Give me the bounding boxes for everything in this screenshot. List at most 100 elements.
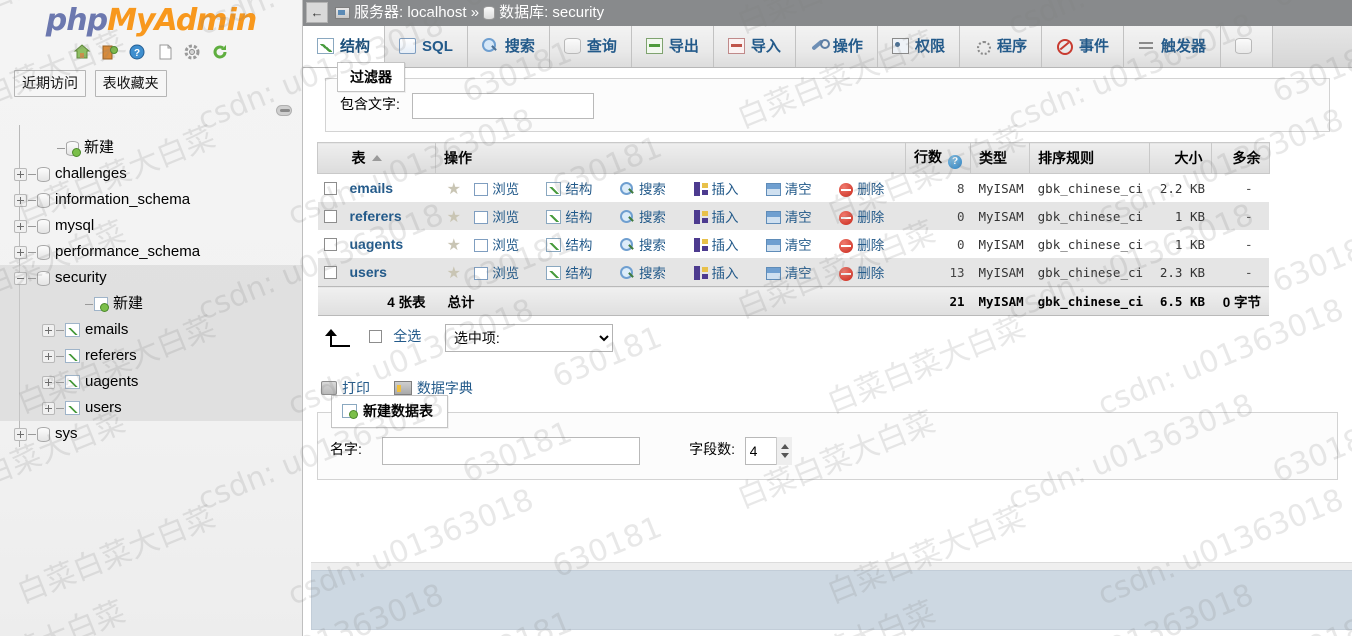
action-删除-link[interactable]: 删除	[857, 210, 884, 225]
expand-icon[interactable]	[42, 323, 55, 337]
tree-node-users-10[interactable]: users	[0, 395, 302, 421]
header-size[interactable]: 大小	[1148, 142, 1212, 174]
expand-icon[interactable]	[14, 167, 27, 181]
select-all-label[interactable]: 全选	[393, 328, 421, 344]
tree-connector	[28, 225, 36, 227]
tab-查询[interactable]: 查询	[549, 26, 632, 67]
tab-导入[interactable]: 导入	[713, 26, 796, 67]
docs-icon[interactable]: ?	[127, 42, 147, 62]
reload-icon[interactable]	[210, 42, 230, 62]
action-插入-link[interactable]: 插入	[712, 210, 739, 225]
tree-node-information_schema-2[interactable]: information_schema	[14, 187, 302, 213]
expand-icon[interactable]	[14, 193, 27, 207]
header-rows[interactable]: 行数?	[905, 142, 971, 174]
action-清空-link[interactable]: 清空	[785, 238, 812, 253]
logout-icon[interactable]	[100, 42, 120, 62]
action-浏览-link[interactable]: 浏览	[492, 238, 519, 253]
table-name-link[interactable]: uagents	[350, 236, 404, 252]
phpmyadmin-logo[interactable]: phpMyAdmin	[0, 0, 302, 40]
home-icon[interactable]	[72, 42, 92, 62]
pin-toggle-icon[interactable]	[276, 105, 292, 116]
tab-权限[interactable]: 权限	[877, 26, 960, 67]
action-搜索-link[interactable]: 搜索	[639, 266, 666, 281]
row-checkbox[interactable]	[324, 209, 337, 223]
action-插入-link[interactable]: 插入	[712, 238, 739, 253]
tab-导出[interactable]: 导出	[631, 26, 714, 67]
action-结构-link[interactable]: 结构	[565, 266, 592, 281]
action-清空-link[interactable]: 清空	[785, 182, 812, 197]
select-all-checkbox[interactable]	[368, 330, 382, 344]
row-checkbox[interactable]	[324, 181, 337, 195]
action-浏览-link[interactable]: 浏览	[492, 210, 519, 225]
favorite-star-icon[interactable]: ★	[446, 209, 462, 226]
expand-icon[interactable]	[14, 427, 27, 441]
tab-事件[interactable]: 事件	[1041, 26, 1124, 67]
settings-icon[interactable]	[182, 42, 202, 62]
header-overhead[interactable]: 多余	[1210, 142, 1270, 174]
collapse-sidebar-button[interactable]: ←	[306, 2, 328, 23]
columns-spinner-icon[interactable]	[776, 437, 793, 465]
wiki-icon[interactable]	[155, 42, 175, 62]
expand-icon[interactable]	[42, 375, 55, 389]
print-link[interactable]: 打印	[342, 380, 370, 396]
data-dictionary-link[interactable]: 数据字典	[417, 380, 473, 396]
action-搜索-link[interactable]: 搜索	[639, 238, 666, 253]
tree-node-emails-7[interactable]: emails	[0, 317, 302, 343]
tree-node-performance_schema-4[interactable]: performance_schema	[14, 239, 302, 265]
tree-node-新建-6[interactable]: 新建	[0, 291, 302, 317]
create-table-name-input[interactable]	[381, 437, 640, 465]
action-搜索-link[interactable]: 搜索	[639, 182, 666, 197]
action-删除-link[interactable]: 删除	[857, 182, 884, 197]
action-删除-link[interactable]: 删除	[857, 238, 884, 253]
tab-favorites[interactable]: 表收藏夹	[94, 70, 167, 97]
database-icon	[37, 166, 50, 182]
breadcrumb-db-value[interactable]: security	[552, 4, 604, 21]
header-type[interactable]: 类型	[969, 142, 1031, 174]
header-collation[interactable]: 排序规则	[1029, 142, 1150, 174]
tree-node-uagents-9[interactable]: uagents	[0, 369, 302, 395]
table-name-link[interactable]: users	[350, 264, 387, 280]
row-checkbox[interactable]	[324, 265, 337, 279]
tree-node-challenges-1[interactable]: challenges	[14, 161, 302, 187]
table-name-link[interactable]: emails	[350, 180, 394, 196]
expand-icon[interactable]	[42, 401, 55, 415]
action-清空-link[interactable]: 清空	[785, 266, 812, 281]
action-删除-link[interactable]: 删除	[857, 266, 884, 281]
action-插入-link[interactable]: 插入	[712, 266, 739, 281]
with-selected-select[interactable]: 选中项:	[444, 324, 613, 352]
favorite-star-icon[interactable]: ★	[446, 265, 462, 282]
breadcrumb-server-value[interactable]: localhost	[407, 4, 466, 21]
action-浏览-link[interactable]: 浏览	[492, 266, 519, 281]
tree-node-sys-11[interactable]: sys	[14, 421, 302, 447]
tree-node-security-5[interactable]: security	[0, 265, 302, 291]
collapse-icon[interactable]	[14, 271, 27, 285]
tab-搜索[interactable]: 搜索	[467, 26, 550, 67]
tree-node-label: referers	[85, 347, 137, 365]
header-table[interactable]: 表	[343, 142, 436, 174]
filter-input[interactable]	[411, 93, 594, 119]
tree-node-referers-8[interactable]: referers	[0, 343, 302, 369]
expand-icon[interactable]	[14, 219, 27, 233]
action-浏览-link[interactable]: 浏览	[492, 182, 519, 197]
favorite-star-icon[interactable]: ★	[446, 181, 462, 198]
action-清空-link[interactable]: 清空	[785, 210, 812, 225]
tab-触发器[interactable]: 触发器	[1123, 26, 1221, 67]
action-结构-link[interactable]: 结构	[565, 238, 592, 253]
favorite-star-icon[interactable]: ★	[446, 237, 462, 254]
tree-node-新建-0[interactable]: 新建	[14, 135, 302, 161]
tab-overflow-partial[interactable]	[1221, 26, 1273, 67]
action-搜索-link[interactable]: 搜索	[639, 210, 666, 225]
action-插入-link[interactable]: 插入	[712, 182, 739, 197]
rows-help-icon[interactable]: ?	[948, 155, 962, 169]
row-checkbox[interactable]	[324, 237, 337, 251]
expand-icon[interactable]	[42, 349, 55, 363]
tree-node-label: 新建	[113, 295, 144, 313]
action-结构-link[interactable]: 结构	[565, 210, 592, 225]
tree-node-mysql-3[interactable]: mysql	[14, 213, 302, 239]
tab-recent[interactable]: 近期访问	[14, 70, 86, 97]
expand-icon[interactable]	[14, 245, 27, 259]
tab-操作[interactable]: 操作	[795, 26, 878, 67]
table-name-link[interactable]: referers	[350, 208, 402, 224]
action-结构-link[interactable]: 结构	[565, 182, 592, 197]
tab-程序[interactable]: 程序	[959, 26, 1042, 67]
